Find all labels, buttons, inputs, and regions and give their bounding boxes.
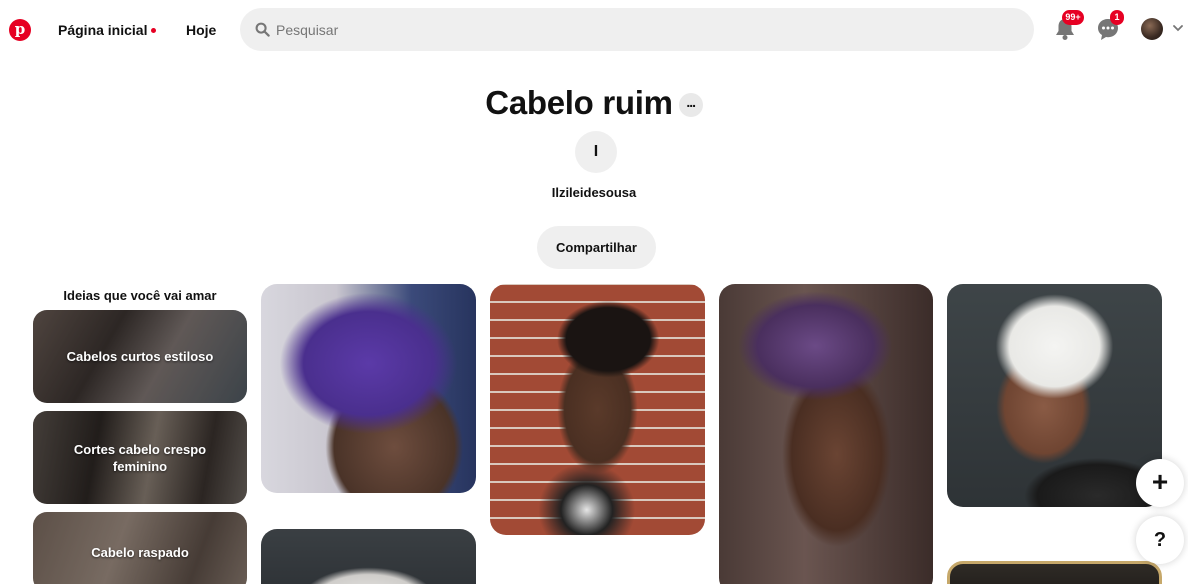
nav-home-active-dot bbox=[151, 27, 157, 33]
nav-today-link[interactable]: Hoje bbox=[186, 22, 216, 38]
pin-purple-curly-undercut[interactable] bbox=[719, 284, 933, 584]
messages-badge: 1 bbox=[1110, 10, 1124, 25]
pinterest-logo-icon[interactable]: p bbox=[9, 19, 31, 41]
idea-card-label: Cabelos curtos estiloso bbox=[66, 349, 214, 364]
help-button[interactable]: ? bbox=[1136, 516, 1184, 564]
pin-silver-twa[interactable] bbox=[947, 284, 1162, 507]
idea-card-label: Cabelo raspado bbox=[91, 544, 189, 560]
create-plus-button[interactable]: + bbox=[1136, 459, 1184, 507]
pin-white-afro[interactable] bbox=[261, 529, 476, 584]
pin-purple-tapered-afro[interactable] bbox=[261, 284, 476, 493]
ideas-section-title: Ideias que você vai amar bbox=[63, 288, 217, 303]
idea-card-cortes-crespo[interactable]: Cortes cabelo crespo feminino bbox=[33, 411, 247, 504]
owner-avatar[interactable]: I bbox=[575, 131, 617, 173]
nav-home-link[interactable]: Página inicial bbox=[58, 22, 157, 38]
idea-card-label: Cortes cabelo crespo feminino bbox=[73, 441, 207, 474]
nav-home-label: Página inicial bbox=[58, 22, 148, 38]
pin-natural-tapered-cut[interactable] bbox=[490, 284, 705, 535]
owner-name[interactable]: Ilzileidesousa bbox=[0, 185, 1188, 200]
idea-card-cabelo-raspado[interactable]: Cabelo raspado bbox=[33, 512, 247, 584]
top-nav-bar: p Página inicial Hoje 99+ 1 bbox=[0, 0, 1188, 58]
more-dots-icon: ... bbox=[686, 94, 696, 110]
search-icon bbox=[255, 22, 270, 37]
search-bar[interactable] bbox=[240, 8, 1034, 51]
notifications-badge: 99+ bbox=[1062, 10, 1084, 25]
board-title: Cabelo ruim bbox=[485, 84, 673, 121]
search-input[interactable] bbox=[276, 8, 976, 51]
logo-letter: p bbox=[14, 20, 26, 38]
share-button[interactable]: Compartilhar bbox=[537, 226, 656, 269]
board-header: Cabelo ruim... bbox=[0, 84, 1188, 122]
idea-card-cabelos-curtos[interactable]: Cabelos curtos estiloso bbox=[33, 310, 247, 403]
user-avatar[interactable] bbox=[1141, 18, 1163, 40]
chevron-down-icon[interactable] bbox=[1173, 24, 1183, 32]
pin-framed-portrait[interactable] bbox=[947, 561, 1162, 584]
board-more-options-button[interactable]: ... bbox=[678, 93, 703, 117]
